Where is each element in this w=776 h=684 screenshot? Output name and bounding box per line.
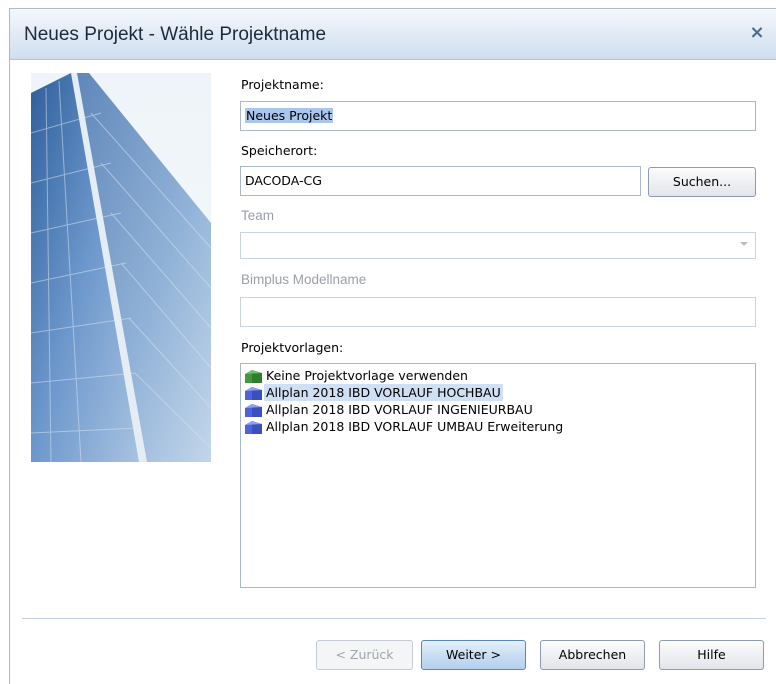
green-building-icon [245,369,262,383]
cancel-button[interactable]: Abbrechen [540,640,645,670]
help-button[interactable]: Hilfe [659,640,764,670]
template-item-ingenieurbau[interactable]: Allplan 2018 IBD VORLAUF INGENIEURBAU [241,401,755,418]
close-icon[interactable]: × [747,23,767,43]
bimplus-label: Bimplus Modellname [241,272,367,287]
new-project-dialog: Neues Projekt - Wähle Projektname × Proj… [9,8,776,684]
templates-listbox[interactable]: Keine Projektvorlage verwenden Allplan 2… [240,363,756,588]
title-bar: Neues Projekt - Wähle Projektname × [10,9,776,60]
chevron-down-icon[interactable] [740,242,748,246]
blue-building-icon [245,403,262,417]
blue-building-icon [245,386,262,400]
blue-building-icon [245,420,262,434]
back-button[interactable]: < Zurück [316,640,413,670]
team-select[interactable] [240,232,756,259]
template-item-umbau[interactable]: Allplan 2018 IBD VORLAUF UMBAU Erweiteru… [241,418,755,435]
footer-separator [22,618,766,619]
location-value: DACODA-CG [245,173,322,188]
project-name-value: Neues Projekt [245,108,334,123]
location-label: Speicherort: [241,143,318,158]
project-name-label: Projektname: [241,77,324,92]
template-item-hochbau[interactable]: Allplan 2018 IBD VORLAUF HOCHBAU [241,384,755,401]
next-button[interactable]: Weiter > [421,640,526,670]
team-label: Team [241,208,275,223]
bimplus-model-input[interactable] [240,297,756,327]
dialog-title: Neues Projekt - Wähle Projektname [24,24,327,45]
location-input[interactable]: DACODA-CG [240,166,641,196]
templates-label: Projektvorlagen: [241,340,344,355]
project-name-input[interactable]: Neues Projekt [240,101,756,131]
skyscraper-image [31,73,211,462]
template-item-none[interactable]: Keine Projektvorlage verwenden [241,367,755,384]
search-button[interactable]: Suchen... [648,167,756,197]
